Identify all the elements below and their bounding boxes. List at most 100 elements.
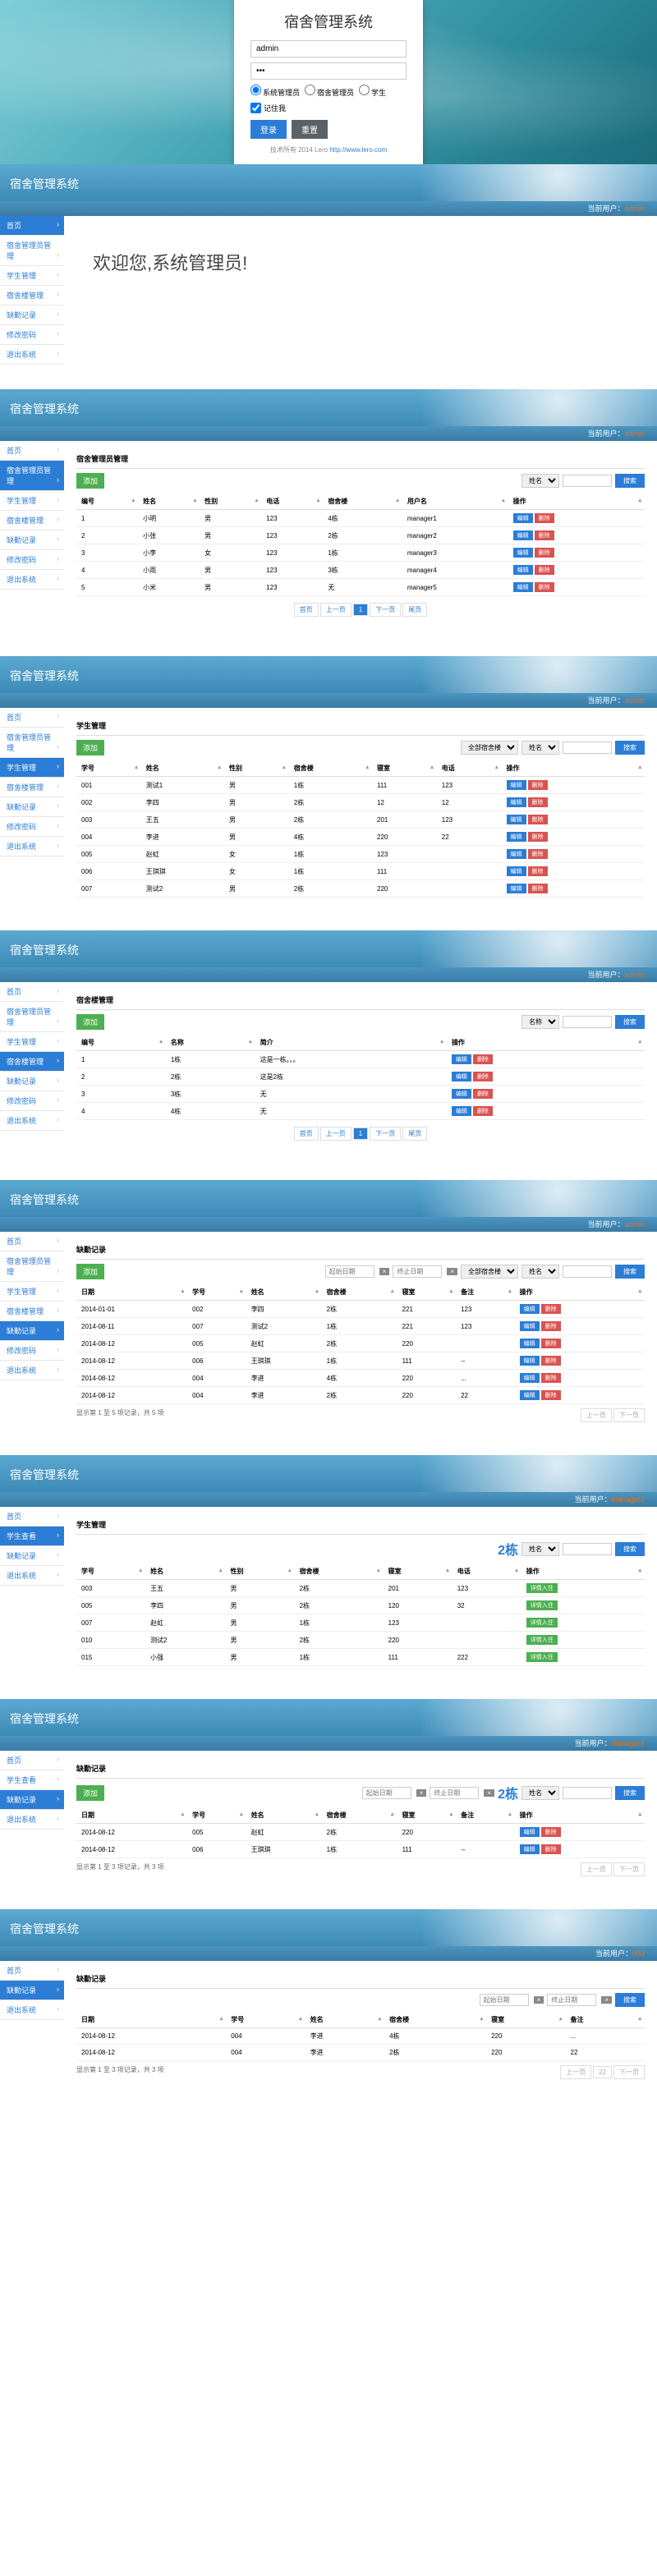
detail-button[interactable]: 详情入住 bbox=[526, 1583, 558, 1593]
column-header[interactable]: 操作 bbox=[521, 1564, 645, 1580]
sidebar-item[interactable]: 宿舍管理员管理 bbox=[0, 1002, 64, 1032]
column-header[interactable]: 日期 bbox=[76, 1284, 187, 1301]
sidebar-item[interactable]: 修改密码 bbox=[0, 817, 64, 837]
column-header[interactable]: 编号 bbox=[76, 1035, 166, 1051]
sidebar-item[interactable]: 缺勤记录 bbox=[0, 1546, 64, 1566]
column-header[interactable]: 电话 bbox=[453, 1564, 521, 1580]
sidebar-item[interactable]: 修改密码 bbox=[0, 325, 64, 345]
column-header[interactable]: 宿舍楼 bbox=[322, 1284, 397, 1301]
column-header[interactable]: 日期 bbox=[76, 2012, 226, 2028]
column-header[interactable]: 学号 bbox=[76, 1564, 145, 1580]
detail-button[interactable]: 详情入住 bbox=[526, 1600, 558, 1610]
sidebar-item[interactable]: 学生管理 bbox=[0, 1282, 64, 1302]
sidebar-item[interactable]: 缺勤记录 bbox=[0, 797, 64, 817]
add-button[interactable]: 添加 bbox=[76, 473, 104, 489]
delete-button[interactable]: 删除 bbox=[528, 797, 548, 807]
column-header[interactable]: 寝室 bbox=[397, 1284, 457, 1301]
sidebar-item[interactable]: 首页 bbox=[0, 982, 64, 1002]
sidebar-item[interactable]: 退出系统 bbox=[0, 1810, 64, 1830]
delete-button[interactable]: 删除 bbox=[528, 849, 548, 859]
sidebar-item[interactable]: 修改密码 bbox=[0, 1341, 64, 1361]
detail-button[interactable]: 详情入住 bbox=[526, 1618, 558, 1628]
edit-button[interactable]: 编辑 bbox=[452, 1054, 471, 1064]
column-header[interactable]: 宿舍楼 bbox=[295, 1564, 384, 1580]
sidebar-item[interactable]: 缺勤记录 bbox=[0, 1321, 64, 1341]
column-header[interactable]: 学号 bbox=[226, 2012, 305, 2028]
column-header[interactable]: 日期 bbox=[76, 1807, 187, 1824]
sidebar-item[interactable]: 宿舍管理员管理 bbox=[0, 1251, 64, 1282]
sidebar-item[interactable]: 缺勤记录 bbox=[0, 1981, 64, 2000]
edit-button[interactable]: 编辑 bbox=[520, 1304, 540, 1314]
sidebar-item[interactable]: 缺勤记录 bbox=[0, 530, 64, 550]
edit-button[interactable]: 编辑 bbox=[507, 815, 526, 824]
edit-button[interactable]: 编辑 bbox=[513, 530, 533, 540]
edit-button[interactable]: 编辑 bbox=[452, 1089, 471, 1099]
sidebar-item[interactable]: 首页 bbox=[0, 1232, 64, 1251]
login-button[interactable]: 登录 bbox=[250, 120, 287, 139]
sidebar-item[interactable]: 学生管理 bbox=[0, 1032, 64, 1052]
sidebar-item[interactable]: 宿舍楼管理 bbox=[0, 1052, 64, 1072]
sidebar-item[interactable]: 缺勤记录 bbox=[0, 305, 64, 325]
delete-button[interactable]: 删除 bbox=[541, 1373, 561, 1383]
sidebar-item[interactable]: 退出系统 bbox=[0, 837, 64, 856]
search-button[interactable]: 搜索 bbox=[615, 474, 645, 488]
sidebar-item[interactable]: 退出系统 bbox=[0, 2000, 64, 2020]
column-header[interactable]: 宿舍楼 bbox=[289, 760, 372, 777]
edit-button[interactable]: 编辑 bbox=[507, 866, 526, 876]
column-header[interactable]: 寝室 bbox=[397, 1807, 457, 1824]
column-header[interactable]: 宿舍楼 bbox=[323, 494, 402, 510]
edit-button[interactable]: 编辑 bbox=[513, 565, 533, 575]
sidebar-item[interactable]: 宿舍楼管理 bbox=[0, 778, 64, 797]
column-header[interactable]: 电话 bbox=[437, 760, 502, 777]
column-header[interactable]: 寝室 bbox=[372, 760, 437, 777]
sidebar-item[interactable]: 学生查看 bbox=[0, 1527, 64, 1546]
edit-button[interactable]: 编辑 bbox=[520, 1827, 540, 1837]
column-header[interactable]: 姓名 bbox=[138, 494, 200, 510]
sidebar-item[interactable]: 宿舍管理员管理 bbox=[0, 728, 64, 758]
edit-button[interactable]: 编辑 bbox=[507, 884, 526, 893]
sidebar-item[interactable]: 宿舍楼管理 bbox=[0, 511, 64, 530]
delete-button[interactable]: 删除 bbox=[535, 530, 554, 540]
delete-button[interactable]: 删除 bbox=[535, 548, 554, 558]
edit-button[interactable]: 编辑 bbox=[513, 513, 533, 523]
column-header[interactable]: 操作 bbox=[515, 1807, 645, 1824]
column-header[interactable]: 学号 bbox=[187, 1807, 246, 1824]
password-input[interactable] bbox=[250, 62, 407, 80]
column-header[interactable]: 备注 bbox=[456, 1284, 515, 1301]
edit-button[interactable]: 编辑 bbox=[520, 1373, 540, 1383]
column-header[interactable]: 学号 bbox=[76, 760, 141, 777]
sidebar-item[interactable]: 学生管理 bbox=[0, 266, 64, 286]
column-header[interactable]: 操作 bbox=[515, 1284, 645, 1301]
sidebar-item[interactable]: 学生管理 bbox=[0, 491, 64, 511]
edit-button[interactable]: 编辑 bbox=[507, 849, 526, 859]
column-header[interactable]: 用户名 bbox=[402, 494, 508, 510]
sidebar-item[interactable]: 学生管理 bbox=[0, 758, 64, 778]
sidebar-item[interactable]: 宿舍管理员管理 bbox=[0, 236, 64, 266]
edit-button[interactable]: 编辑 bbox=[520, 1321, 540, 1331]
sidebar-item[interactable]: 缺勤记录 bbox=[0, 1072, 64, 1091]
sidebar-item[interactable]: 退出系统 bbox=[0, 1111, 64, 1131]
column-header[interactable]: 姓名 bbox=[145, 1564, 225, 1580]
column-header[interactable]: 宿舍楼 bbox=[322, 1807, 397, 1824]
username-input[interactable] bbox=[250, 40, 407, 57]
sidebar-item[interactable]: 首页 bbox=[0, 216, 64, 236]
column-header[interactable]: 备注 bbox=[566, 2012, 645, 2028]
delete-button[interactable]: 删除 bbox=[528, 866, 548, 876]
edit-button[interactable]: 编辑 bbox=[452, 1072, 471, 1081]
sidebar-item[interactable]: 缺勤记录 bbox=[0, 1790, 64, 1810]
column-header[interactable]: 姓名 bbox=[246, 1807, 322, 1824]
delete-button[interactable]: 删除 bbox=[473, 1054, 493, 1064]
edit-button[interactable]: 编辑 bbox=[520, 1390, 540, 1400]
delete-button[interactable]: 删除 bbox=[473, 1106, 493, 1116]
filter-select[interactable]: 姓名 bbox=[521, 474, 559, 488]
column-header[interactable]: 简介 bbox=[255, 1035, 447, 1051]
delete-button[interactable]: 删除 bbox=[473, 1072, 493, 1081]
reset-button[interactable]: 重置 bbox=[292, 120, 328, 139]
edit-button[interactable]: 编辑 bbox=[513, 548, 533, 558]
sidebar-item[interactable]: 退出系统 bbox=[0, 570, 64, 590]
delete-button[interactable]: 删除 bbox=[541, 1844, 561, 1854]
delete-button[interactable]: 删除 bbox=[541, 1339, 561, 1348]
column-header[interactable]: 编号 bbox=[76, 494, 138, 510]
column-header[interactable]: 名称 bbox=[166, 1035, 255, 1051]
edit-button[interactable]: 编辑 bbox=[520, 1356, 540, 1366]
